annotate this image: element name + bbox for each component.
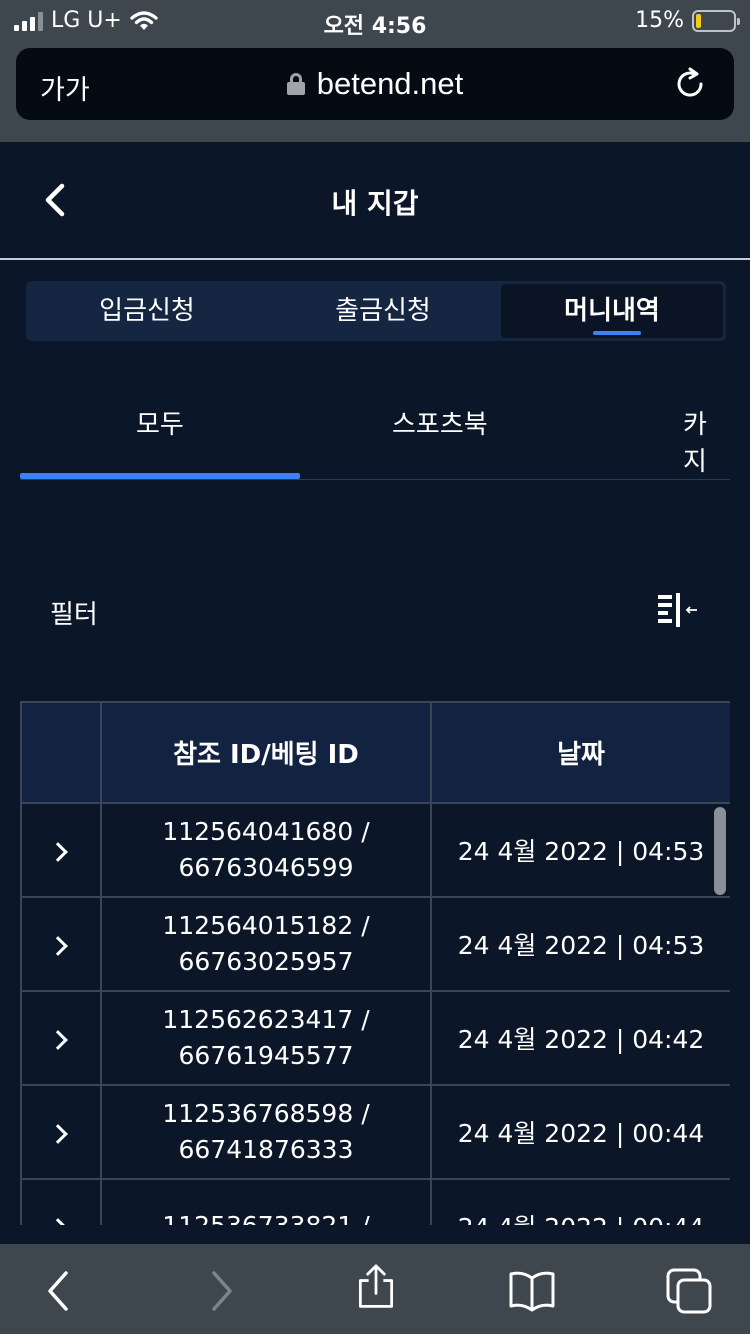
ref-id: 112564015182 / [162,911,370,940]
sub-tab-casino[interactable]: 카지 [683,404,730,478]
chevron-right-icon [48,1123,68,1144]
ref-id: 112536733821 / [102,1208,430,1225]
history-table: 참조 ID/베팅 ID 날짜 112564041680 / 66763046599… [20,701,730,1225]
filter-toggle-icon[interactable] [656,592,700,628]
browser-top-chrome: LG U+ 오전 4:56 15% 가가 betend.net [0,0,750,142]
chevron-right-icon [48,1217,68,1225]
app-header: 내 지갑 [0,142,750,260]
sub-tab-all[interactable]: 모두 [136,404,184,441]
tab-deposit[interactable]: 입금신청 [29,284,265,338]
ref-id: 112562623417 / [162,1005,370,1034]
chevron-right-icon [48,841,68,862]
bookmarks-icon[interactable] [508,1268,556,1314]
bet-id: 66741876333 [178,1135,354,1164]
table-header-row: 참조 ID/베팅 ID 날짜 [20,701,730,804]
bet-id: 66761945577 [178,1041,354,1070]
battery-fill [696,13,701,28]
row-ids: 112536733821 / [100,1178,432,1225]
bet-id: 66763025957 [178,947,354,976]
battery-percent: 15% [635,8,684,33]
tab-withdraw[interactable]: 출금신청 [265,284,501,338]
url-display[interactable]: betend.net [16,66,734,102]
share-icon[interactable] [352,1264,400,1310]
battery-icon [692,9,740,32]
ref-id: 112564041680 / [162,817,370,846]
row-date: 24 4월 2022 | 04:53 [430,896,730,992]
sub-tab-sportsbook[interactable]: 스포츠북 [392,404,488,441]
row-expand-button[interactable] [20,896,102,992]
address-bar[interactable]: 가가 betend.net [16,48,734,120]
tabs-icon[interactable] [666,1268,714,1314]
table-row[interactable]: 112536768598 / 66741876333 24 4월 2022 | 0… [20,1084,730,1180]
bet-id: 66763046599 [178,853,354,882]
reload-icon[interactable] [672,66,708,102]
status-bar: LG U+ 오전 4:56 15% [0,0,750,42]
table-row[interactable]: 112564015182 / 66763025957 24 4월 2022 | 0… [20,896,730,992]
ref-id: 112536768598 / [162,1099,370,1128]
url-text: betend.net [316,66,464,101]
row-date: 24 4월 2022 | 00:44 [430,1084,730,1180]
sub-tabs: 모두 스포츠북 카지 [20,390,730,480]
chevron-right-icon [48,935,68,956]
row-ids: 112564041680 / 66763046599 [100,802,432,898]
tab-money-history[interactable]: 머니내역 [501,284,723,338]
row-expand-button[interactable] [20,802,102,898]
row-expand-button[interactable] [20,1084,102,1180]
row-date: 24 4월 2022 | 04:42 [430,990,730,1086]
row-expand-button[interactable] [20,990,102,1086]
lock-icon [286,73,305,95]
row-ids: 112562623417 / 66761945577 [100,990,432,1086]
browser-toolbar [0,1244,750,1334]
filter-label[interactable]: 필터 [50,594,98,631]
column-header-expand [20,701,102,804]
row-date: 24 4월 2022 | 00:44 [430,1178,730,1225]
wallet-tabs: 입금신청 출금신청 머니내역 [26,281,726,341]
back-arrow-icon[interactable] [36,1268,84,1314]
table-row[interactable]: 112564041680 / 66763046599 24 4월 2022 | 0… [20,802,730,898]
table-row[interactable]: 112562623417 / 66761945577 24 4월 2022 | 0… [20,990,730,1086]
chevron-right-icon [48,1029,68,1050]
table-scrollbar[interactable] [714,807,726,895]
forward-arrow-icon[interactable] [196,1268,244,1314]
column-header-date[interactable]: 날짜 [430,701,730,804]
row-expand-button[interactable] [20,1178,102,1225]
sub-tab-indicator [20,473,300,479]
page-title: 내 지갑 [331,187,419,220]
row-ids: 112536768598 / 66741876333 [100,1084,432,1180]
status-right: 15% [635,8,740,33]
row-ids: 112564015182 / 66763025957 [100,896,432,992]
column-header-ref-id[interactable]: 참조 ID/베팅 ID [100,701,432,804]
table-row[interactable]: 112536733821 / 24 4월 2022 | 00:44 [20,1178,730,1225]
row-date: 24 4월 2022 | 04:53 [430,802,730,898]
